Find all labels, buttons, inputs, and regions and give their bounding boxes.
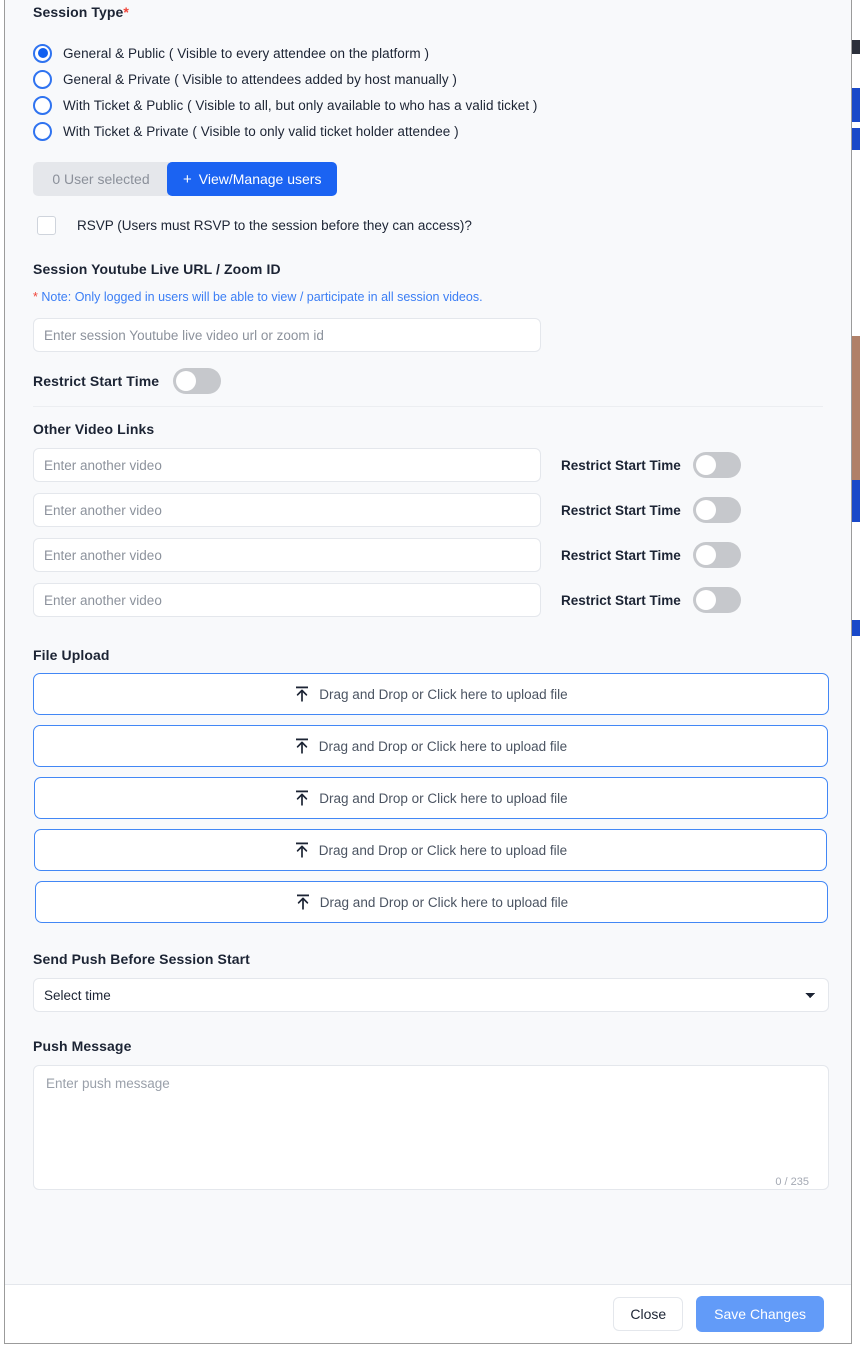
restrict-start-time-label: Restrict Start Time: [33, 373, 160, 389]
view-manage-users-label: View/Manage users: [198, 171, 322, 187]
push-message-wrapper: 0 / 235: [33, 1065, 829, 1195]
upload-icon: [295, 842, 308, 857]
file-drop-zone[interactable]: Drag and Drop or Click here to upload fi…: [35, 881, 828, 923]
other-video-row: Restrict Start Time: [33, 583, 823, 617]
toggle-knob: [695, 545, 716, 565]
toggle-knob: [695, 455, 716, 475]
note-text: Note: Only logged in users will be able …: [37, 290, 483, 304]
backdrop-strip: [852, 128, 860, 150]
file-drop-zone-text: Drag and Drop or Click here to upload fi…: [318, 738, 568, 754]
radio-option-general-public[interactable]: General & Public ( Visible to every atte…: [33, 40, 823, 66]
session-type-label: Session Type*: [33, 4, 129, 20]
youtube-url-label: Session Youtube Live URL / Zoom ID: [33, 261, 281, 277]
file-drop-zone-text: Drag and Drop or Click here to upload fi…: [318, 842, 568, 858]
restrict-start-time-row-main: Restrict Start Time: [33, 368, 823, 394]
push-message-label: Push Message: [33, 1038, 132, 1054]
restrict-start-time-label: Restrict Start Time: [561, 502, 681, 518]
file-drop-zone[interactable]: Drag and Drop or Click here to upload fi…: [34, 777, 828, 819]
other-video-row: Restrict Start Time: [33, 493, 823, 527]
push-timing-label: Send Push Before Session Start: [33, 951, 250, 967]
other-video-input[interactable]: [33, 493, 541, 527]
other-video-input[interactable]: [33, 538, 541, 572]
session-type-radio-group[interactable]: General & Public ( Visible to every atte…: [33, 40, 823, 144]
radio-icon[interactable]: [33, 121, 52, 141]
restrict-start-time-label: Restrict Start Time: [561, 592, 681, 608]
restrict-start-time-label: Restrict Start Time: [561, 457, 681, 473]
upload-icon: [295, 738, 308, 753]
radio-option-label: General & Public ( Visible to every atte…: [63, 45, 430, 61]
restrict-start-time-toggle[interactable]: [173, 368, 222, 394]
upload-icon: [296, 894, 309, 909]
other-video-input[interactable]: [33, 583, 541, 617]
restrict-start-time-toggle[interactable]: [692, 497, 741, 523]
radio-option-label: General & Private ( Visible to attendees…: [63, 71, 457, 87]
backdrop-strip: [852, 480, 860, 500]
file-drop-zone-text: Drag and Drop or Click here to upload fi…: [319, 686, 568, 702]
backdrop-strip: [852, 40, 860, 54]
backdrop-strip: [852, 620, 860, 636]
close-button[interactable]: Close: [613, 1297, 684, 1331]
plus-icon: +: [183, 170, 192, 188]
restrict-start-time-toggle[interactable]: [692, 587, 741, 613]
push-message-textarea[interactable]: [33, 1065, 829, 1190]
radio-icon[interactable]: [33, 95, 52, 115]
backdrop-strip: [852, 88, 860, 122]
backdrop-strip: [852, 336, 860, 480]
section-divider: [33, 406, 823, 407]
selected-user-count: 0 User selected: [33, 162, 169, 196]
file-drop-zone-text: Drag and Drop or Click here to upload fi…: [319, 790, 568, 806]
push-timing-select[interactable]: Select time: [33, 978, 829, 1012]
radio-option-label: With Ticket & Public ( Visible to all, b…: [63, 97, 538, 113]
other-video-links-label: Other Video Links: [33, 421, 155, 437]
rsvp-checkbox[interactable]: [37, 216, 56, 235]
other-video-row: Restrict Start Time: [33, 448, 823, 482]
file-drop-zone[interactable]: Drag and Drop or Click here to upload fi…: [33, 673, 829, 715]
user-selection-row: 0 User selected + View/Manage users: [33, 162, 823, 196]
modal-footer: Close Save Changes: [5, 1284, 851, 1343]
save-changes-button[interactable]: Save Changes: [696, 1296, 824, 1332]
restrict-start-time-toggle[interactable]: [692, 542, 741, 568]
radio-icon-selected[interactable]: [33, 43, 52, 63]
view-manage-users-button[interactable]: + View/Manage users: [167, 162, 338, 196]
upload-icon: [296, 686, 309, 701]
other-video-input[interactable]: [33, 448, 541, 482]
toggle-knob: [695, 500, 716, 520]
toggle-knob: [695, 590, 716, 610]
youtube-note: * Note: Only logged in users will be abl…: [33, 290, 823, 304]
radio-option-ticket-public[interactable]: With Ticket & Public ( Visible to all, b…: [33, 92, 823, 118]
backdrop-strip: [852, 500, 860, 522]
required-asterisk: *: [123, 4, 129, 20]
restrict-start-time-label: Restrict Start Time: [561, 547, 681, 563]
radio-option-general-private[interactable]: General & Private ( Visible to attendees…: [33, 66, 823, 92]
rsvp-row[interactable]: RSVP (Users must RSVP to the session bef…: [33, 216, 823, 235]
session-type-label-text: Session Type: [33, 4, 124, 20]
modal-scroll-body[interactable]: Session Type* General & Public ( Visible…: [5, 0, 851, 1284]
rsvp-label: RSVP (Users must RSVP to the session bef…: [77, 218, 472, 233]
youtube-url-input[interactable]: [33, 318, 541, 352]
session-settings-modal: Session Type* General & Public ( Visible…: [4, 0, 852, 1344]
radio-option-ticket-private[interactable]: With Ticket & Private ( Visible to only …: [33, 118, 823, 144]
file-drop-zone[interactable]: Drag and Drop or Click here to upload fi…: [33, 725, 828, 767]
file-drop-zone[interactable]: Drag and Drop or Click here to upload fi…: [34, 829, 827, 871]
toggle-knob: [176, 371, 197, 391]
upload-icon: [296, 790, 309, 805]
file-upload-label: File Upload: [33, 647, 110, 663]
radio-option-label: With Ticket & Private ( Visible to only …: [63, 123, 459, 139]
youtube-input-wrapper: [33, 318, 541, 352]
other-video-row: Restrict Start Time: [33, 538, 823, 572]
radio-icon[interactable]: [33, 69, 52, 89]
file-drop-zone-text: Drag and Drop or Click here to upload fi…: [319, 894, 569, 910]
restrict-start-time-toggle[interactable]: [692, 452, 741, 478]
